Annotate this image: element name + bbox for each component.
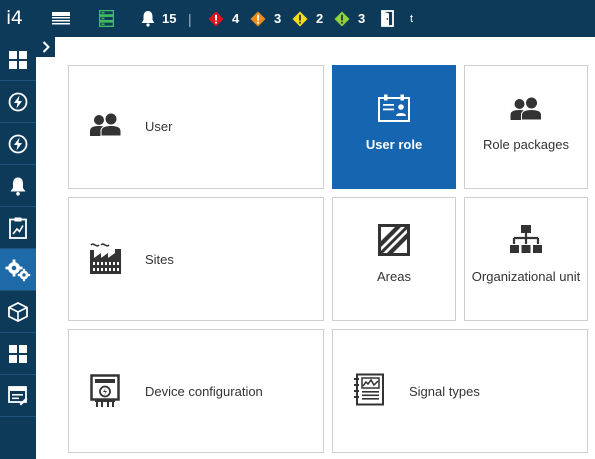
tile-role-packages[interactable]: Role packages xyxy=(464,65,588,189)
topbar-separator: | xyxy=(188,10,192,27)
settings-gears-icon xyxy=(5,259,31,281)
tile-areas-label: Areas xyxy=(377,269,411,284)
tile-sites-label: Sites xyxy=(145,252,174,267)
tile-user-role[interactable]: User role xyxy=(332,65,456,189)
info-count: 3 xyxy=(358,11,366,26)
critical-diamond-icon xyxy=(208,11,224,26)
menu-list-button[interactable] xyxy=(52,0,70,37)
id-badge-icon xyxy=(378,94,410,122)
sidebar-item-alarms[interactable] xyxy=(0,165,36,207)
app-logo[interactable]: i4 xyxy=(6,7,23,29)
menu-list-icon xyxy=(52,11,70,24)
sidebar-item-modules[interactable] xyxy=(0,291,36,333)
areas-hatched-icon xyxy=(378,224,410,256)
tile-user[interactable]: User xyxy=(68,65,324,189)
tile-organizational-unit[interactable]: Organizational unit xyxy=(464,197,588,321)
critical-count: 4 xyxy=(232,11,240,26)
minor-count: 2 xyxy=(316,11,324,26)
form-edit-icon xyxy=(8,385,28,405)
info-alarms-button[interactable]: 3 xyxy=(334,0,365,37)
sidebar-item-dashboard[interactable] xyxy=(0,39,36,81)
modules-cube-icon xyxy=(8,301,28,322)
logout-button[interactable]: t xyxy=(381,0,413,37)
info-diamond-icon xyxy=(334,11,350,26)
tile-user-role-label: User role xyxy=(365,137,423,152)
energy-alt-icon xyxy=(8,134,28,153)
top-bar: i4 15 | 4 3 2 3 t xyxy=(0,0,595,37)
energy-icon xyxy=(8,92,28,111)
report-chart-icon xyxy=(9,217,27,239)
users-icon xyxy=(90,113,122,137)
tile-user-label: User xyxy=(145,119,173,134)
sidebar-item-energy[interactable] xyxy=(0,81,36,123)
bell-icon xyxy=(10,177,26,196)
tile-organizational-unit-label: Organizational unit xyxy=(471,269,581,284)
tile-device-configuration[interactable]: Device configuration xyxy=(68,329,324,453)
grid-apps-icon xyxy=(9,344,27,363)
alarm-count: 15 xyxy=(162,11,177,26)
device-config-icon xyxy=(90,374,120,407)
major-alarms-button[interactable]: 3 xyxy=(250,0,281,37)
bell-icon xyxy=(141,11,155,27)
sidebar-item-reports[interactable] xyxy=(0,207,36,249)
tile-signal-types[interactable]: Signal types xyxy=(332,329,588,453)
server-status-button[interactable] xyxy=(99,0,114,37)
dashboard-grid-icon xyxy=(9,50,27,69)
minor-alarms-button[interactable]: 2 xyxy=(292,0,323,37)
server-icon xyxy=(99,10,114,27)
tile-signal-types-label: Signal types xyxy=(409,384,480,399)
user-initial[interactable]: t xyxy=(410,13,413,25)
major-diamond-icon xyxy=(250,11,266,26)
tile-device-configuration-label: Device configuration xyxy=(145,384,263,399)
chevron-right-icon xyxy=(42,41,50,53)
sidebar-expand-button[interactable] xyxy=(36,37,55,57)
sidebar-item-energy-alt[interactable] xyxy=(0,123,36,165)
users-icon xyxy=(510,97,542,121)
tile-role-packages-label: Role packages xyxy=(483,137,569,152)
tile-areas[interactable]: Areas xyxy=(332,197,456,321)
sidebar-item-apps[interactable] xyxy=(0,333,36,375)
sidebar-item-forms[interactable] xyxy=(0,375,36,417)
alarms-button[interactable]: 15 xyxy=(140,0,176,37)
logout-door-icon xyxy=(381,10,394,27)
sidebar xyxy=(0,37,36,459)
major-count: 3 xyxy=(274,11,282,26)
minor-diamond-icon xyxy=(292,11,308,26)
tile-sites[interactable]: Sites xyxy=(68,197,324,321)
org-chart-icon xyxy=(510,225,542,253)
signal-document-icon xyxy=(354,373,384,406)
sidebar-item-settings[interactable] xyxy=(0,249,36,291)
critical-alarms-button[interactable]: 4 xyxy=(208,0,239,37)
factory-icon xyxy=(90,243,121,274)
